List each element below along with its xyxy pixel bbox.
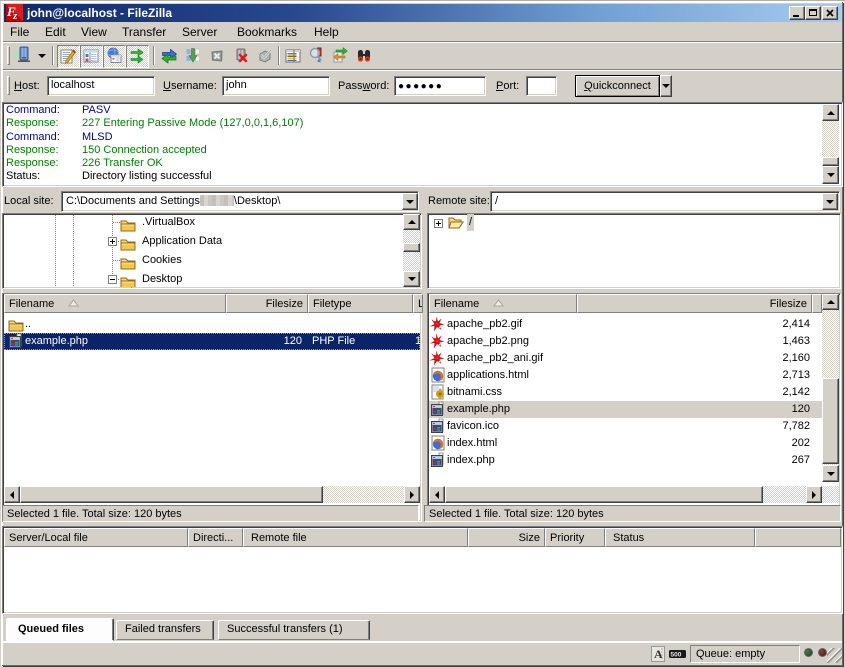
svg-text:500: 500 [671,652,682,659]
